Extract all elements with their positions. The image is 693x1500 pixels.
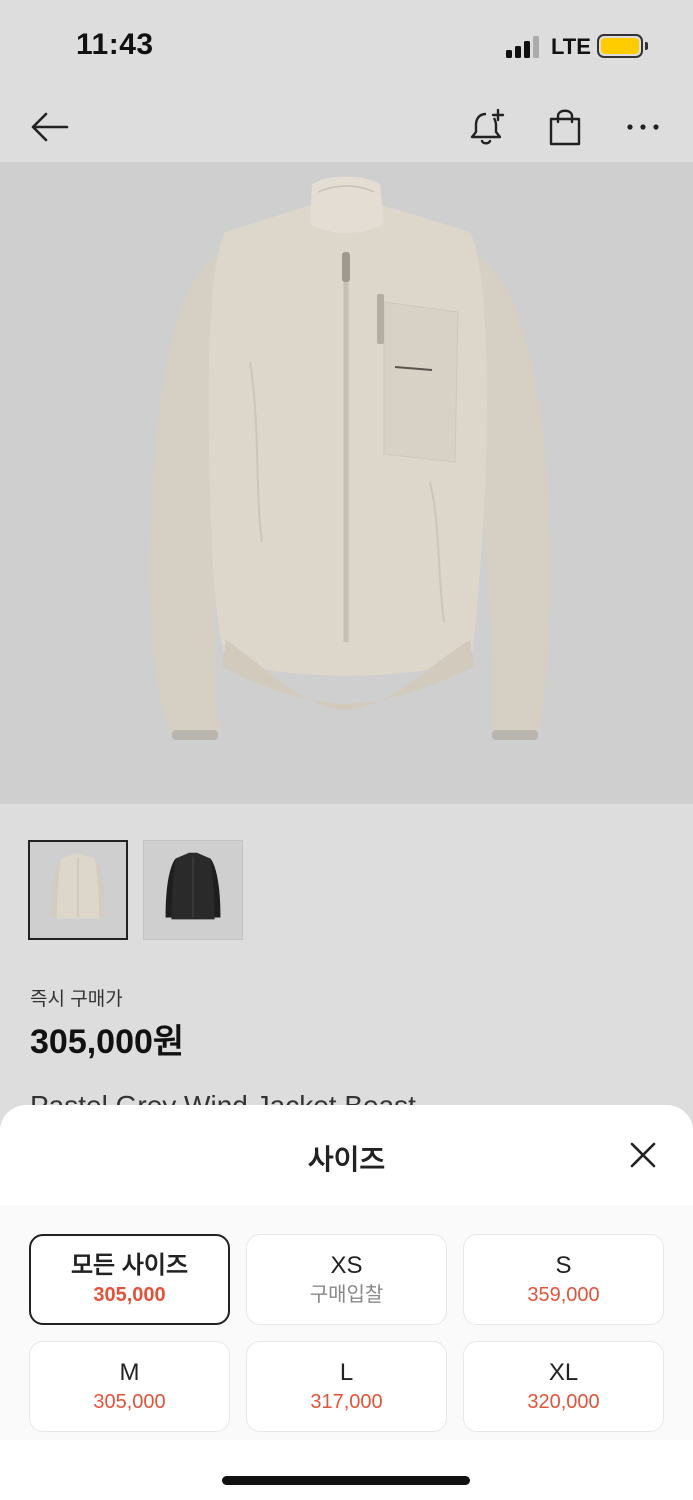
battery-icon (597, 34, 643, 58)
size-grid: 모든 사이즈 305,000 XS 구매입찰 S 359,000 M 305,0… (29, 1234, 664, 1432)
price-label: 즉시 구매가 (30, 989, 123, 1010)
back-button[interactable] (19, 92, 79, 162)
size-price: 320,000 (527, 1390, 600, 1413)
jacket-image (149, 176, 551, 740)
battery-cap (645, 42, 648, 50)
product-image[interactable] (0, 162, 693, 804)
bell-plus-icon (470, 108, 505, 145)
size-price: 305,000 (93, 1283, 166, 1306)
network-type: LTE (551, 34, 591, 59)
sheet-header: 사이즈 (0, 1105, 693, 1205)
cart-button[interactable] (535, 92, 595, 162)
size-price: 구매입찰 (309, 1283, 384, 1306)
size-price: 317,000 (310, 1390, 383, 1413)
size-name: S (555, 1251, 572, 1279)
size-option-xs[interactable]: XS 구매입찰 (246, 1234, 447, 1325)
more-button[interactable] (613, 92, 673, 162)
size-option-all[interactable]: 모든 사이즈 305,000 (29, 1234, 230, 1325)
size-price: 359,000 (527, 1283, 600, 1306)
home-indicator[interactable] (222, 1476, 470, 1485)
arrow-left-icon (31, 112, 69, 142)
cellular-signal-icon (506, 36, 540, 58)
close-button[interactable] (618, 1130, 668, 1180)
shopping-bag-icon (549, 109, 581, 146)
nav-bar (0, 92, 693, 162)
size-option-xl[interactable]: XL 320,000 (463, 1341, 664, 1432)
size-name: M (119, 1358, 140, 1386)
thumbnail-list (28, 840, 243, 940)
status-bar: 11:43 LTE (0, 0, 693, 92)
price-value: 305,000원 (30, 1023, 185, 1061)
price-alert-button[interactable] (457, 92, 517, 162)
size-bottom-sheet: 사이즈 모든 사이즈 305,000 XS 구매입찰 S 359,000 M 3… (0, 1105, 693, 1500)
thumbnail-black[interactable] (143, 840, 243, 940)
size-option-s[interactable]: S 359,000 (463, 1234, 664, 1325)
size-name: XL (548, 1358, 579, 1386)
size-options-area: 모든 사이즈 305,000 XS 구매입찰 S 359,000 M 305,0… (0, 1205, 693, 1440)
status-time: 11:43 (76, 28, 154, 61)
size-option-m[interactable]: M 305,000 (29, 1341, 230, 1432)
size-name: L (339, 1358, 354, 1386)
more-horizontal-icon (627, 124, 659, 130)
size-name: 모든 사이즈 (70, 1251, 189, 1279)
size-price: 305,000 (93, 1390, 166, 1413)
sheet-title: 사이즈 (307, 1144, 386, 1175)
jacket-thumbnail-beige (51, 853, 105, 919)
close-icon (630, 1142, 656, 1168)
jacket-thumbnail-black (165, 852, 221, 920)
thumbnail-beige[interactable] (28, 840, 128, 940)
size-name: XS (330, 1251, 363, 1279)
size-option-l[interactable]: L 317,000 (246, 1341, 447, 1432)
